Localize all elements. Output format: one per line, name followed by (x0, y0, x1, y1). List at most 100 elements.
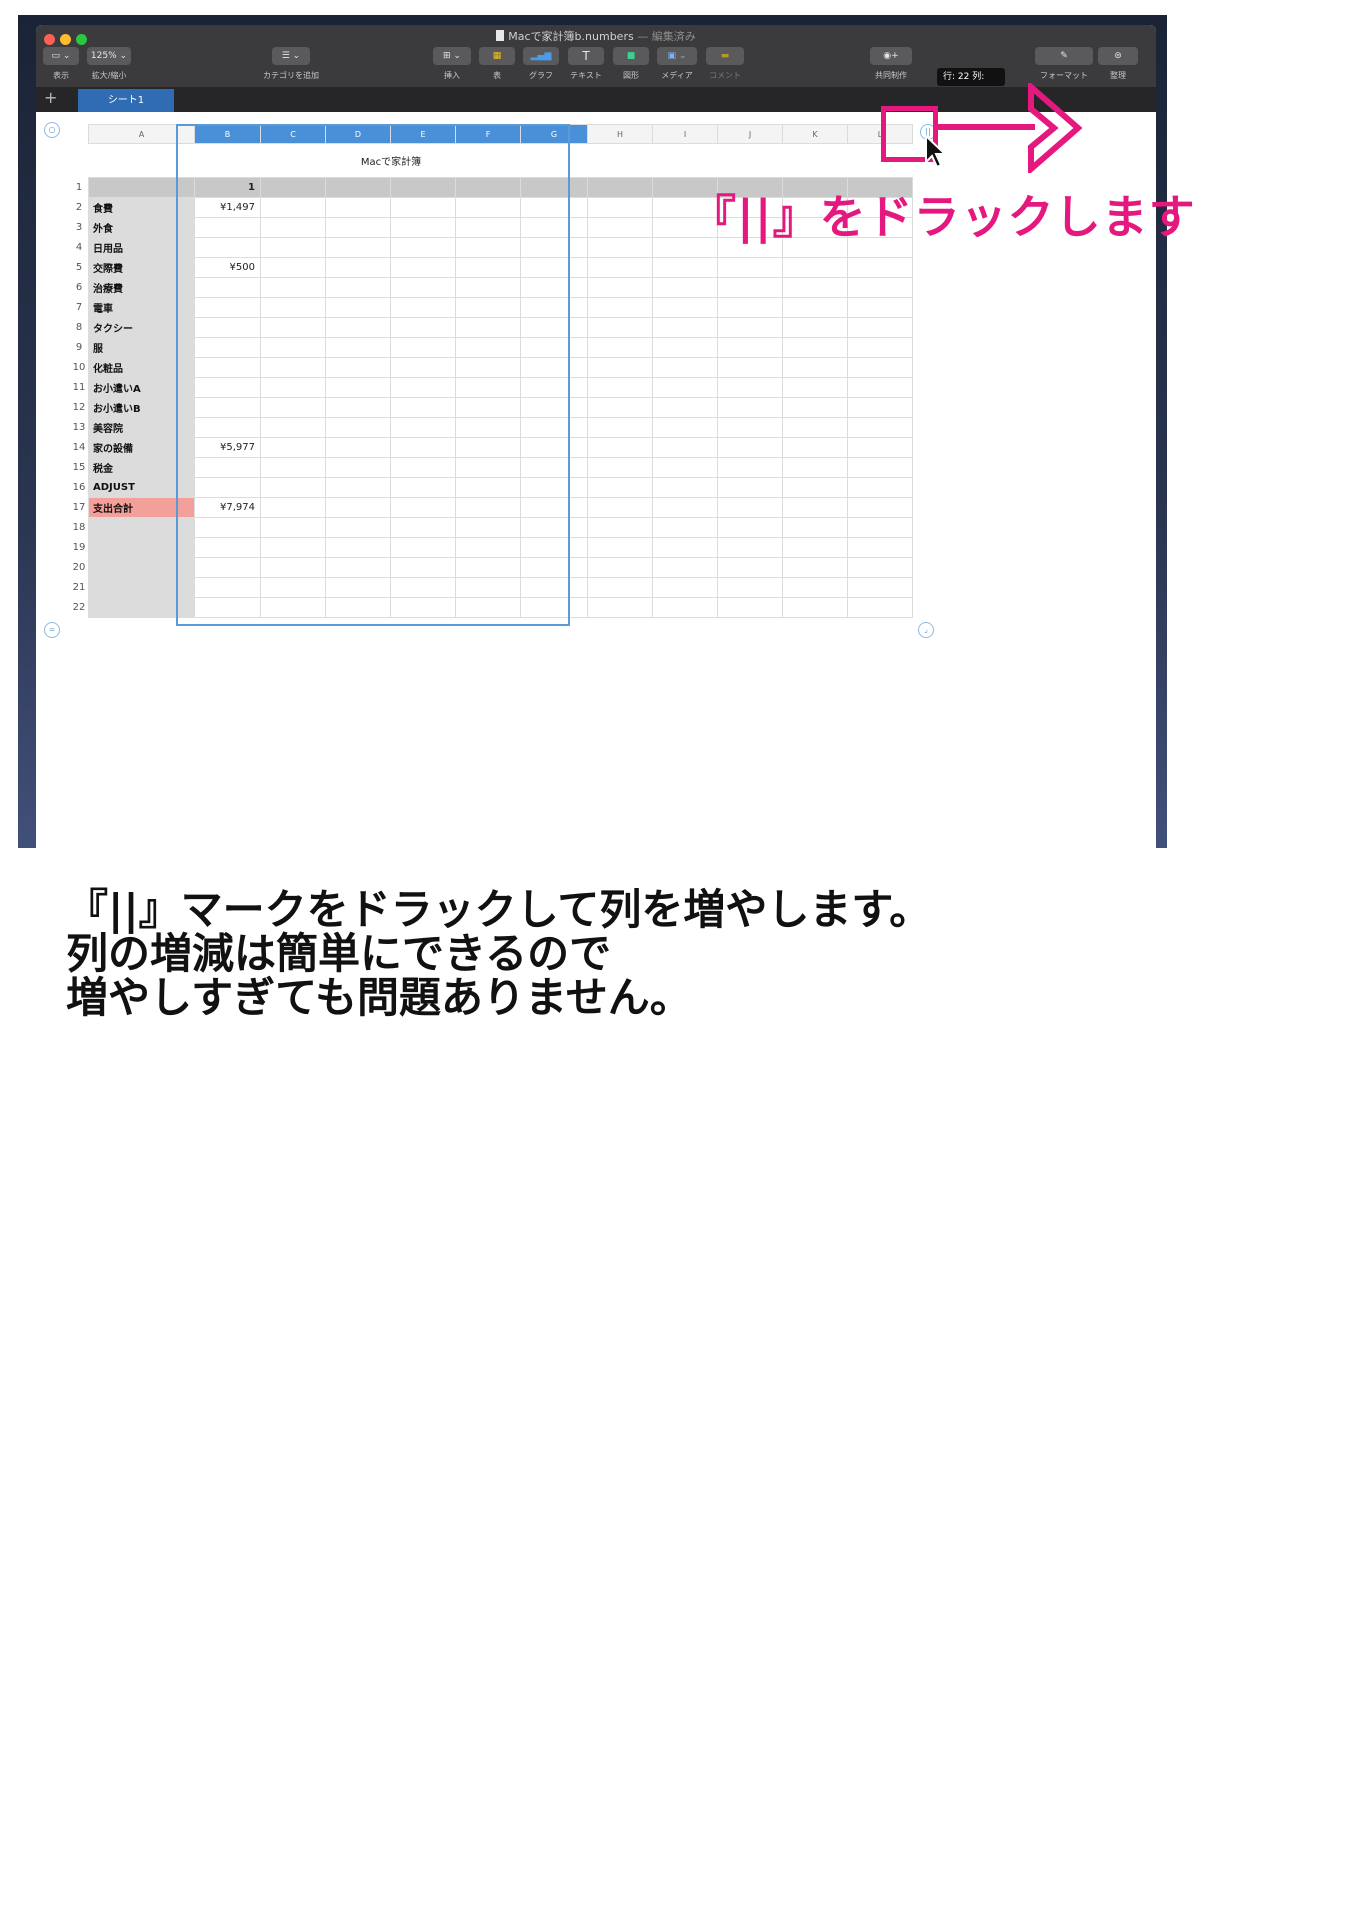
cell[interactable] (717, 357, 783, 378)
row-number[interactable]: 18 (70, 517, 89, 538)
cell[interactable] (390, 297, 456, 318)
amount-cell[interactable] (194, 357, 261, 378)
cell[interactable] (782, 317, 848, 338)
column-header-d[interactable]: D (325, 124, 391, 144)
cell[interactable] (652, 377, 718, 398)
category-cell[interactable]: 治療費 (88, 277, 195, 298)
row-number[interactable]: 5 (70, 257, 89, 278)
cell[interactable] (587, 597, 653, 618)
cell[interactable] (782, 437, 848, 458)
cell[interactable] (847, 337, 913, 358)
cell[interactable] (847, 357, 913, 378)
row-number[interactable]: 15 (70, 457, 89, 478)
category-cell[interactable]: 支出合計 (88, 497, 195, 518)
cell[interactable] (717, 297, 783, 318)
amount-cell[interactable] (194, 457, 261, 478)
cell[interactable] (390, 377, 456, 398)
cell[interactable] (782, 577, 848, 598)
category-cell[interactable]: 美容院 (88, 417, 195, 438)
table-select-handle[interactable]: ○ (44, 122, 60, 138)
cell[interactable] (325, 477, 391, 498)
cell[interactable] (847, 437, 913, 458)
cell[interactable] (782, 297, 848, 318)
cell[interactable] (520, 437, 588, 458)
cell[interactable] (847, 317, 913, 338)
cell[interactable] (587, 297, 653, 318)
cell[interactable] (325, 377, 391, 398)
organize-button[interactable]: ⊜ 整理 (1096, 47, 1140, 81)
cell[interactable] (717, 277, 783, 298)
cell[interactable] (455, 197, 521, 218)
category-cell[interactable]: タクシー (88, 317, 195, 338)
row-number[interactable]: 8 (70, 317, 89, 338)
cell[interactable] (390, 277, 456, 298)
cell[interactable] (847, 597, 913, 618)
cell[interactable] (782, 557, 848, 578)
cell[interactable] (782, 497, 848, 518)
cell[interactable] (325, 517, 391, 538)
cell[interactable] (587, 437, 653, 458)
category-cell[interactable] (88, 597, 195, 618)
cell[interactable] (652, 317, 718, 338)
amount-cell[interactable] (194, 577, 261, 598)
cell[interactable] (717, 437, 783, 458)
cell[interactable] (717, 417, 783, 438)
column-header-e[interactable]: E (390, 124, 456, 144)
view-button[interactable]: ▭ ⌄ 表示 (42, 47, 80, 81)
category-cell[interactable]: 家の設備 (88, 437, 195, 458)
cell[interactable] (717, 457, 783, 478)
cell[interactable] (390, 597, 456, 618)
cell[interactable] (652, 417, 718, 438)
cell[interactable] (587, 457, 653, 478)
cell[interactable] (455, 337, 521, 358)
cell[interactable] (260, 337, 326, 358)
add-row-handle[interactable]: = (44, 622, 60, 638)
cell[interactable] (520, 217, 588, 238)
tab-sheet1[interactable]: シート1 (78, 89, 174, 112)
cell[interactable] (455, 557, 521, 578)
cell[interactable] (847, 477, 913, 498)
cell[interactable] (260, 257, 326, 278)
cell[interactable] (717, 597, 783, 618)
cell[interactable] (260, 277, 326, 298)
cell[interactable] (260, 237, 326, 258)
cell[interactable] (455, 577, 521, 598)
row-number[interactable]: 10 (70, 357, 89, 378)
cell[interactable] (520, 457, 588, 478)
cell[interactable] (847, 377, 913, 398)
cell[interactable] (390, 417, 456, 438)
row-number[interactable]: 22 (70, 597, 89, 618)
cell[interactable] (325, 417, 391, 438)
table-button[interactable]: ▦ 表 (478, 47, 516, 81)
cell[interactable] (782, 277, 848, 298)
category-cell[interactable]: 化粧品 (88, 357, 195, 378)
cell[interactable] (717, 557, 783, 578)
cell[interactable] (260, 357, 326, 378)
format-button[interactable]: ✎ フォーマット (1034, 47, 1094, 81)
cell[interactable] (847, 537, 913, 558)
category-cell[interactable] (88, 537, 195, 558)
cell[interactable] (260, 497, 326, 518)
row-number[interactable]: 7 (70, 297, 89, 318)
media-button[interactable]: ▣ ⌄ メディア (656, 47, 698, 81)
cell[interactable] (455, 397, 521, 418)
cell[interactable] (520, 317, 588, 338)
cell[interactable] (652, 337, 718, 358)
cell[interactable] (717, 537, 783, 558)
cell[interactable] (325, 317, 391, 338)
amount-cell[interactable] (194, 217, 261, 238)
category-cell[interactable]: 交際費 (88, 257, 195, 278)
cell[interactable] (325, 197, 391, 218)
cell[interactable] (782, 597, 848, 618)
column-header-f[interactable]: F (455, 124, 521, 144)
cell[interactable] (325, 337, 391, 358)
cell[interactable] (587, 277, 653, 298)
cell[interactable] (325, 557, 391, 578)
category-cell[interactable] (88, 517, 195, 538)
cell[interactable] (652, 257, 718, 278)
cell[interactable] (847, 497, 913, 518)
cell[interactable] (455, 257, 521, 278)
header-cell[interactable] (390, 177, 456, 198)
amount-cell[interactable] (194, 477, 261, 498)
amount-cell[interactable]: ¥500 (194, 257, 261, 278)
